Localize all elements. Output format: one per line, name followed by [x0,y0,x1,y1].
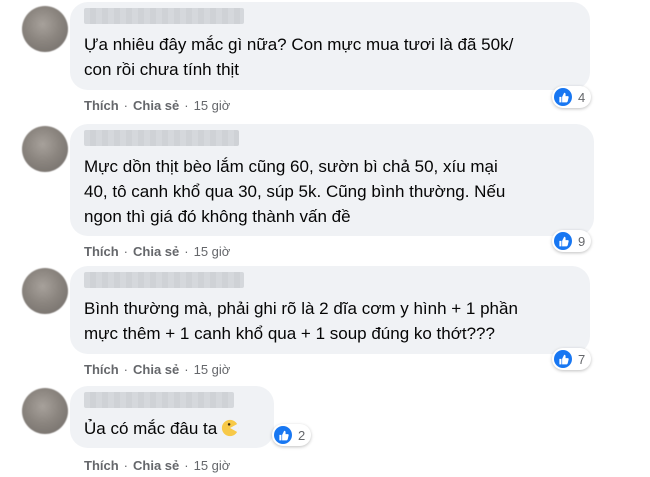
timestamp[interactable]: 15 giờ [194,458,231,473]
separator: · [123,98,129,113]
commenter-name-redacted[interactable] [84,130,239,146]
comment-actions: Thích · Chia sẻ · 15 giờ [84,244,230,259]
share-link[interactable]: Chia sẻ [133,458,179,473]
comment-bubble: Ủa có mắc đâu ta [70,386,274,448]
comment-actions: Thích · Chia sẻ · 15 giờ [84,362,230,377]
timestamp[interactable]: 15 giờ [194,362,231,377]
reaction-count-badge[interactable]: 9 [552,230,592,252]
comment: Bình thường mà, phải ghi rõ là 2 dĩa cơm… [0,262,650,382]
comment-bubble: Bình thường mà, phải ghi rõ là 2 dĩa cơm… [70,266,590,354]
avatar[interactable] [22,6,68,52]
reaction-count: 4 [578,89,586,105]
separator: · [184,362,189,377]
separator: · [123,458,129,473]
avatar[interactable] [22,268,68,314]
comment-bubble: Ựa nhiêu đây mắc gì nữa? Con mực mua tươ… [70,2,590,90]
comment-text: Mực dồn thịt bèo lắm cũng 60, sườn bì ch… [84,157,506,226]
reaction-count-badge[interactable]: 2 [272,424,312,446]
like-icon [274,426,292,444]
comment-actions: Thích · Chia sẻ · 15 giờ [84,458,230,473]
separator: · [123,362,129,377]
comment-text: Ựa nhiêu đây mắc gì nữa? Con mực mua tươ… [84,35,514,79]
separator: · [184,458,189,473]
like-icon [554,88,572,106]
separator: · [123,244,129,259]
comment-text: Ủa có mắc đâu ta [84,416,239,441]
comment-text-content: Ủa có mắc đâu ta [84,419,218,438]
share-link[interactable]: Chia sẻ [133,244,179,259]
timestamp[interactable]: 15 giờ [194,244,231,259]
separator: · [184,244,189,259]
commenter-name-redacted[interactable] [84,392,234,408]
timestamp[interactable]: 15 giờ [194,98,231,113]
avatar[interactable] [22,126,68,172]
like-link[interactable]: Thích [84,244,119,259]
reaction-count: 7 [578,351,586,367]
reaction-count-badge[interactable]: 7 [552,348,592,370]
separator: · [184,98,189,113]
comment-bubble: Mực dồn thịt bèo lắm cũng 60, sườn bì ch… [70,124,594,236]
share-link[interactable]: Chia sẻ [133,362,179,377]
comment-text: Bình thường mà, phải ghi rõ là 2 dĩa cơm… [84,299,518,343]
pacman-emoji-icon [222,419,239,437]
comment: Ựa nhiêu đây mắc gì nữa? Con mực mua tươ… [0,0,650,120]
like-icon [554,350,572,368]
avatar[interactable] [22,388,68,434]
like-link[interactable]: Thích [84,458,119,473]
comment: Mực dồn thịt bèo lắm cũng 60, sườn bì ch… [0,120,650,260]
comment: Ủa có mắc đâu ta 2 Thích · Chia sẻ · 15 … [0,382,650,477]
like-link[interactable]: Thích [84,98,119,113]
share-link[interactable]: Chia sẻ [133,98,179,113]
commenter-name-redacted[interactable] [84,8,244,24]
reaction-count: 9 [578,233,586,249]
reaction-count: 2 [298,427,306,443]
reaction-count-badge[interactable]: 4 [552,86,592,108]
like-link[interactable]: Thích [84,362,119,377]
commenter-name-redacted[interactable] [84,272,244,288]
comment-actions: Thích · Chia sẻ · 15 giờ [84,98,230,113]
like-icon [554,232,572,250]
